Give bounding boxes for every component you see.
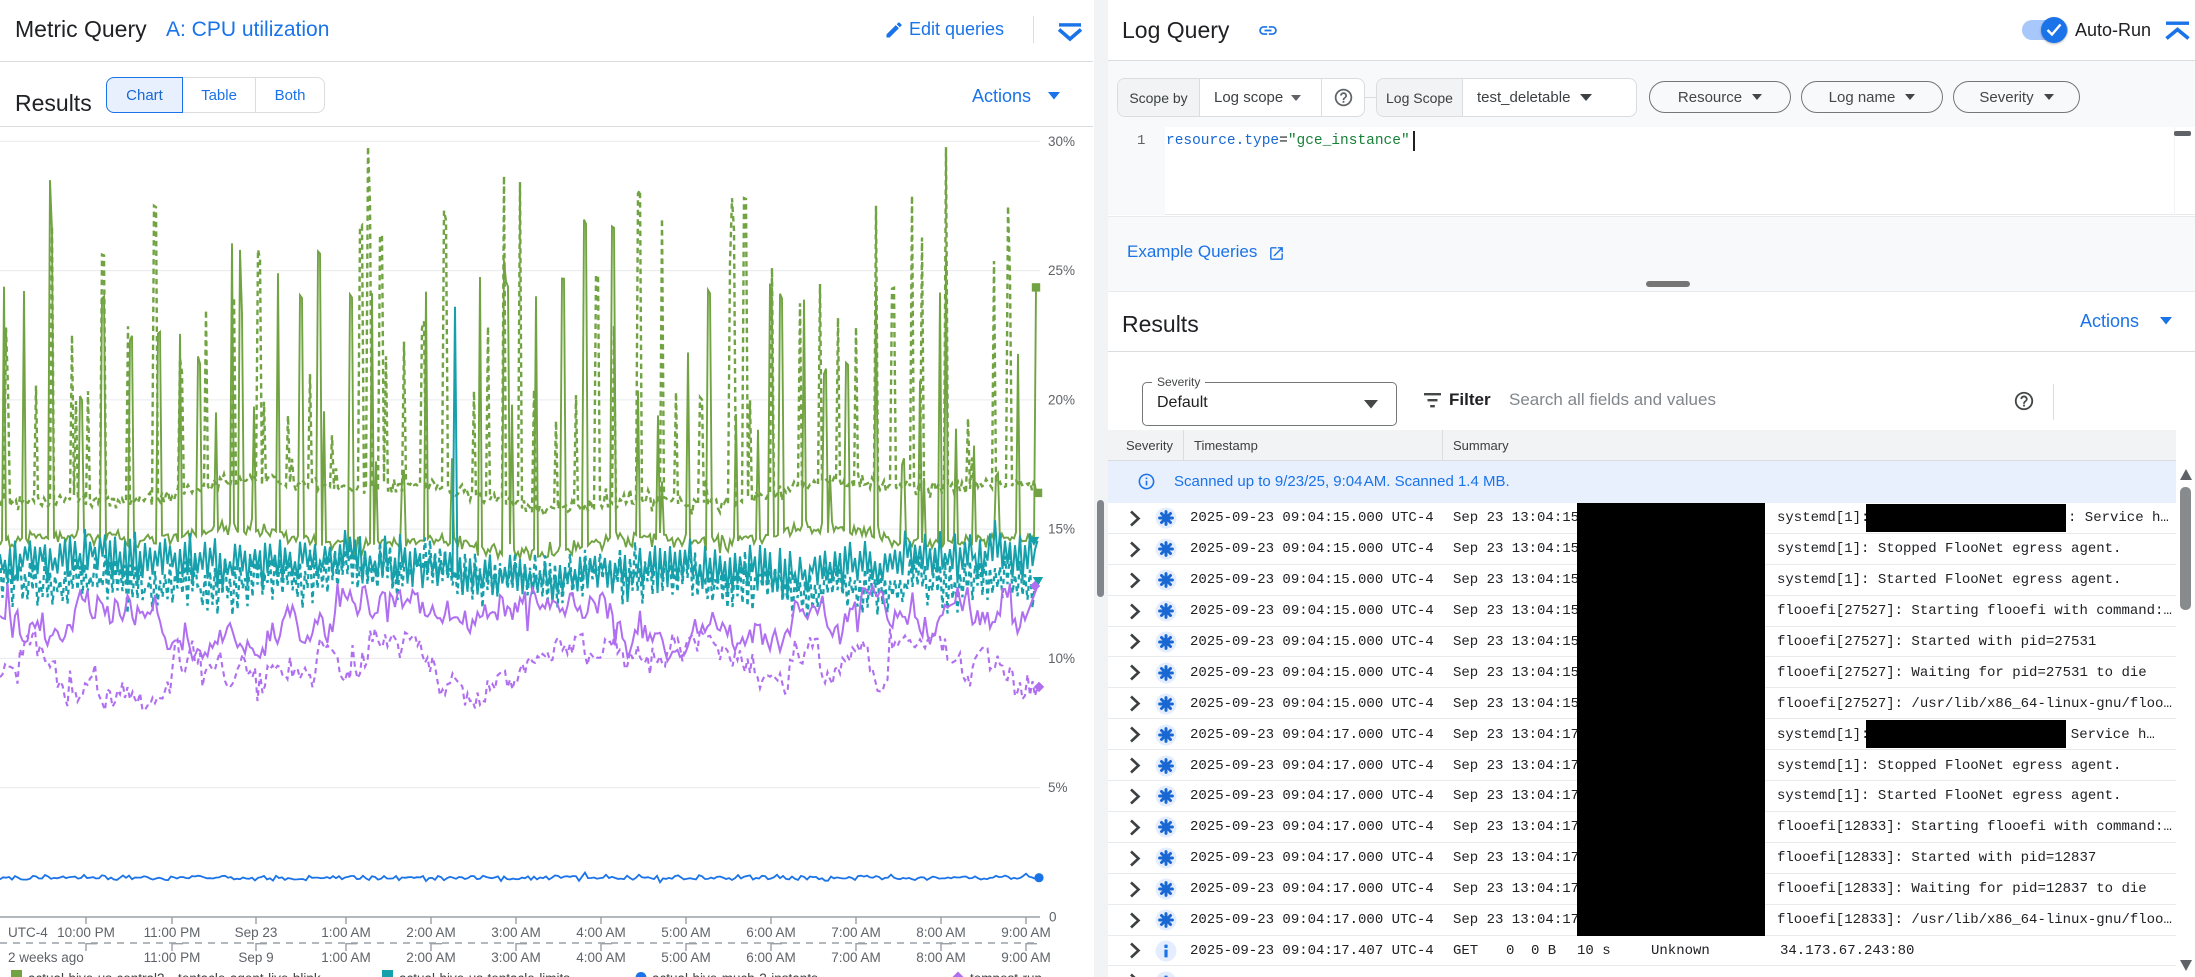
svg-text:2:00 AM: 2:00 AM [406,925,456,940]
svg-text:11:00 PM: 11:00 PM [144,925,201,940]
svg-text:20%: 20% [1048,392,1075,407]
svg-text:6:00 AM: 6:00 AM [746,950,796,965]
svg-text:6:00 AM: 6:00 AM [746,925,796,940]
svg-text:8:00 AM: 8:00 AM [916,950,966,965]
svg-text:9:00 AM: 9:00 AM [1001,950,1051,965]
svg-text:4:00 AM: 4:00 AM [576,950,626,965]
svg-text:actual-hive-us-tentacle-limits: actual-hive-us-tentacle-limits [399,971,570,977]
svg-text:actual-hive-much-2-instants: actual-hive-much-2-instants [652,971,818,977]
svg-text:9:00 AM: 9:00 AM [1001,925,1051,940]
svg-text:Sep 9: Sep 9 [238,950,273,965]
svg-text:2:00 AM: 2:00 AM [406,950,456,965]
svg-text:1:00 AM: 1:00 AM [321,925,371,940]
svg-text:5:00 AM: 5:00 AM [661,925,711,940]
svg-text:5:00 AM: 5:00 AM [661,950,711,965]
svg-text:4:00 AM: 4:00 AM [576,925,626,940]
svg-text:0: 0 [1049,910,1057,925]
svg-text:25%: 25% [1048,263,1075,278]
svg-text:8:00 AM: 8:00 AM [916,925,966,940]
svg-text:3:00 AM: 3:00 AM [491,925,541,940]
svg-text:3:00 AM: 3:00 AM [491,950,541,965]
svg-text:UTC-4: UTC-4 [8,925,48,940]
svg-text:7:00 AM: 7:00 AM [831,925,881,940]
svg-text:30%: 30% [1048,134,1075,149]
svg-text:2 weeks ago: 2 weeks ago [8,950,84,965]
svg-text:actual-hive-us-central2—tentac: actual-hive-us-central2—tentacle-agent-l… [28,971,321,977]
svg-text:tempest-run: tempest-run [970,971,1042,977]
svg-text:15%: 15% [1048,522,1075,537]
svg-text:1:00 AM: 1:00 AM [321,950,371,965]
svg-text:11:00 PM: 11:00 PM [144,950,201,965]
svg-text:10:00 PM: 10:00 PM [57,925,115,940]
svg-text:7:00 AM: 7:00 AM [831,950,881,965]
svg-text:Sep 23: Sep 23 [235,925,278,940]
svg-text:5%: 5% [1048,780,1068,795]
svg-text:10%: 10% [1048,651,1075,666]
